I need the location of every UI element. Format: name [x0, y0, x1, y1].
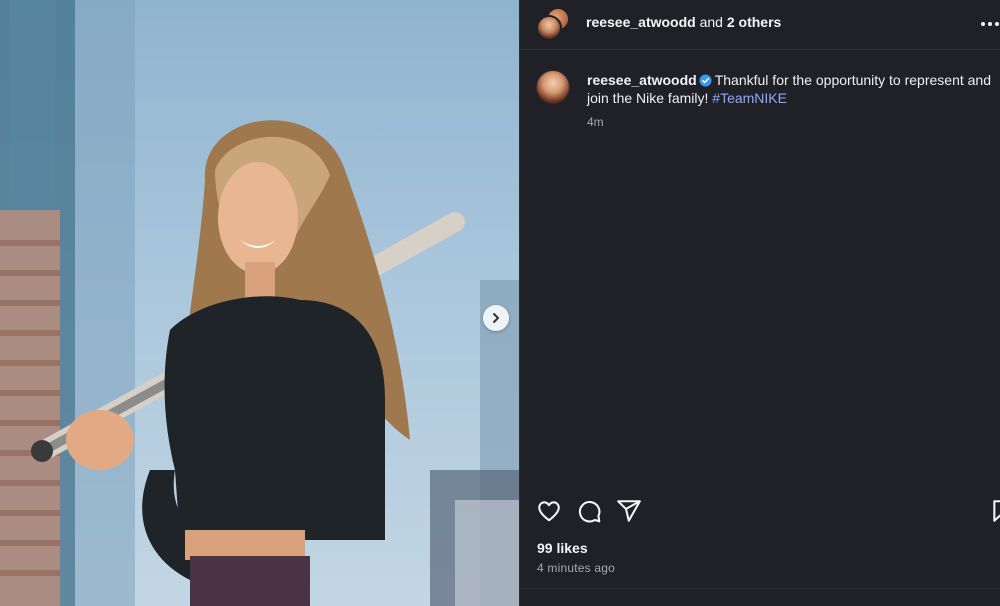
- caption-username[interactable]: reesee_atwoodd: [587, 72, 697, 88]
- share-button[interactable]: [616, 498, 642, 524]
- authors-joiner: and: [695, 14, 727, 30]
- others-link[interactable]: 2 others: [727, 14, 781, 30]
- caption-text: reesee_atwoodd Thankful for the opportun…: [587, 71, 997, 107]
- like-button[interactable]: [536, 498, 562, 524]
- collab-avatars[interactable]: [536, 7, 572, 43]
- comment-icon: [578, 500, 601, 523]
- send-icon: [617, 500, 641, 522]
- more-horizontal-icon: [981, 22, 985, 26]
- save-button[interactable]: [990, 498, 1000, 524]
- post-timestamp[interactable]: 4 minutes ago: [537, 561, 615, 575]
- heart-icon: [538, 501, 560, 522]
- post-header: reesee_atwoodd and 2 others: [520, 0, 1000, 50]
- post-panel: reesee_atwoodd and 2 others reesee_atwoo…: [519, 0, 1000, 606]
- bookmark-icon: [993, 500, 1000, 522]
- more-options-button[interactable]: [981, 12, 1000, 36]
- author-username[interactable]: reesee_atwoodd: [586, 14, 696, 30]
- likes-count[interactable]: 99 likes: [537, 540, 588, 556]
- post-actions: [536, 498, 1000, 528]
- verified-badge-icon: [699, 74, 712, 87]
- avatar[interactable]: [536, 70, 570, 104]
- divider: [520, 588, 1000, 589]
- more-horizontal-icon: [988, 22, 992, 26]
- post-media[interactable]: [0, 0, 519, 606]
- post-authors: reesee_atwoodd and 2 others: [586, 14, 781, 30]
- post-photo: [0, 0, 519, 606]
- next-photo-button[interactable]: [483, 305, 509, 331]
- chevron-right-icon: [493, 313, 499, 323]
- comment-button[interactable]: [576, 498, 602, 524]
- hashtag-link[interactable]: #TeamNIKE: [712, 90, 787, 106]
- caption-time[interactable]: 4m: [587, 115, 604, 129]
- more-horizontal-icon: [995, 22, 999, 26]
- avatar: [536, 15, 562, 41]
